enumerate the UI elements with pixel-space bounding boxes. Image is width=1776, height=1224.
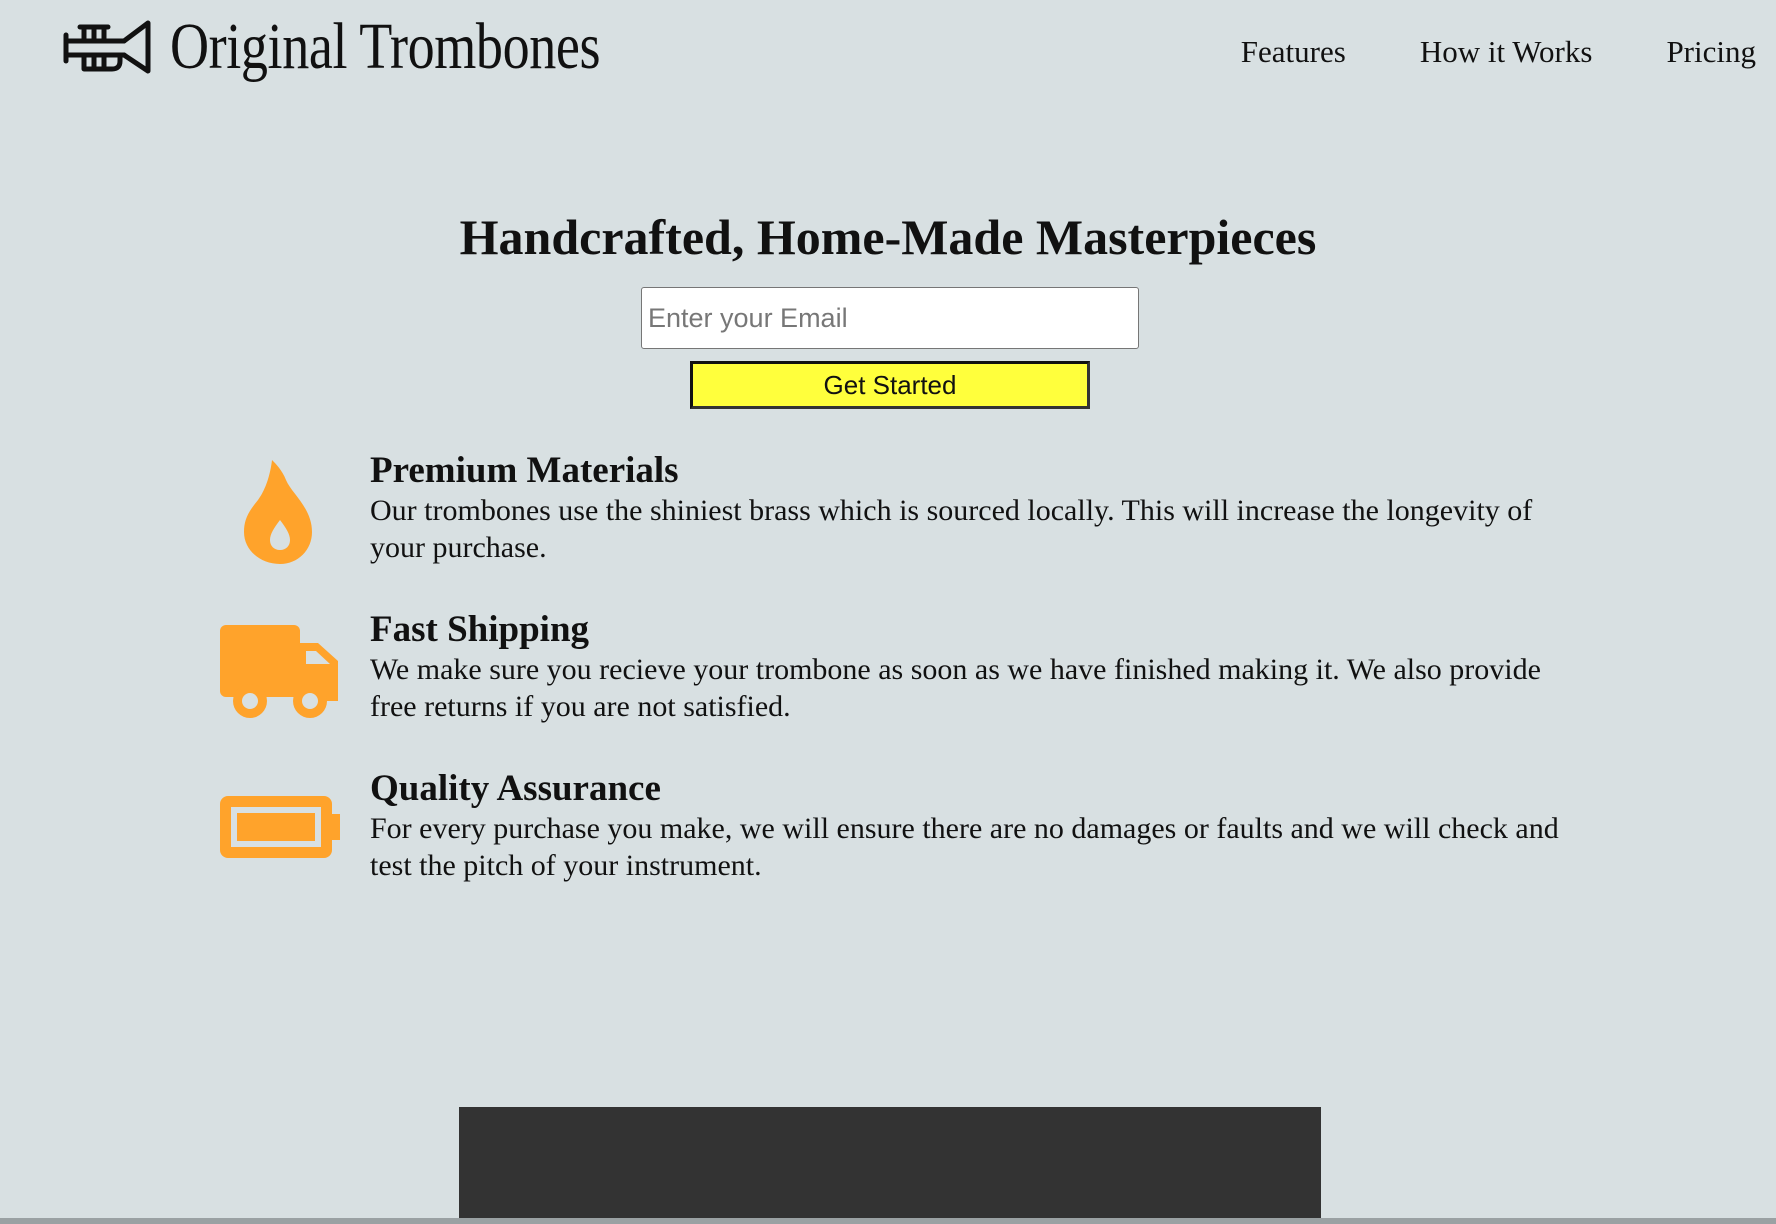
hero: Handcrafted, Home-Made Masterpieces bbox=[0, 202, 1776, 272]
hero-title: Handcrafted, Home-Made Masterpieces bbox=[459, 209, 1317, 265]
feature-description: We make sure you recieve your trombone a… bbox=[370, 653, 1541, 723]
feature-title: Premium Materials bbox=[370, 450, 679, 491]
feature-text: Fast Shipping We make sure you recieve y… bbox=[370, 609, 1560, 725]
feature-fast-shipping: Fast Shipping We make sure you recieve y… bbox=[218, 609, 1558, 768]
video-placeholder[interactable] bbox=[459, 1107, 1321, 1224]
brand-name: Original Trombones bbox=[170, 10, 601, 83]
window-bottom-edge bbox=[0, 1218, 1776, 1224]
truck-icon bbox=[220, 625, 338, 718]
feature-description: Our trombones use the shiniest brass whi… bbox=[370, 494, 1533, 564]
feature-text: Premium Materials Our trombones use the … bbox=[370, 450, 1560, 566]
trumpet-icon bbox=[63, 20, 151, 74]
battery-icon bbox=[220, 796, 340, 858]
email-field[interactable] bbox=[641, 287, 1139, 349]
brand[interactable]: Original Trombones bbox=[62, 14, 695, 80]
feature-quality-assurance: Quality Assurance For every purchase you… bbox=[218, 768, 1560, 927]
nav-link-features[interactable]: Features bbox=[1241, 34, 1346, 70]
feature-title: Fast Shipping bbox=[370, 609, 590, 650]
feature-premium-materials: Premium Materials Our trombones use the … bbox=[218, 450, 1558, 609]
get-started-button[interactable]: Get Started bbox=[690, 361, 1090, 409]
feature-title: Quality Assurance bbox=[370, 768, 661, 809]
features-list: Premium Materials Our trombones use the … bbox=[218, 450, 1560, 927]
nav-link-how-it-works[interactable]: How it Works bbox=[1420, 34, 1593, 70]
feature-text: Quality Assurance For every purchase you… bbox=[370, 768, 1560, 884]
nav-link-pricing[interactable]: Pricing bbox=[1666, 34, 1756, 70]
feature-description: For every purchase you make, we will ens… bbox=[370, 812, 1559, 882]
main-nav: Features How it Works Pricing bbox=[1241, 34, 1756, 70]
site-header: Original Trombones Features How it Works… bbox=[0, 0, 1776, 110]
fire-icon bbox=[244, 460, 312, 564]
